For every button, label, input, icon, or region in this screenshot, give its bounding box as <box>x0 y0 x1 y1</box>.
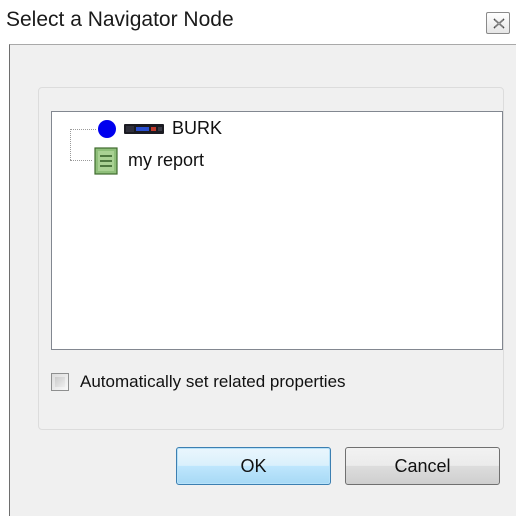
selection-panel: BURK my report Automatically set related… <box>38 87 504 430</box>
ok-button[interactable]: OK <box>176 447 331 485</box>
device-icon <box>124 124 164 134</box>
auto-set-properties-option[interactable]: Automatically set related properties <box>51 370 491 394</box>
auto-set-properties-label[interactable]: Automatically set related properties <box>80 372 346 392</box>
title-bar: Select a Navigator Node <box>0 0 516 44</box>
tree-connector <box>70 129 71 160</box>
dialog-title: Select a Navigator Node <box>6 8 234 31</box>
close-button[interactable] <box>486 12 510 34</box>
close-icon <box>493 18 505 29</box>
select-navigator-node-dialog: Select a Navigator Node BURK my report A… <box>0 0 516 516</box>
tree-connector <box>70 160 92 161</box>
status-dot-icon <box>98 120 116 138</box>
report-icon <box>94 147 118 175</box>
cancel-button[interactable]: Cancel <box>345 447 500 485</box>
tree-node-label: BURK <box>172 118 223 138</box>
dialog-body: BURK my report Automatically set related… <box>9 44 516 516</box>
tree-node-my-report[interactable]: my report <box>94 147 294 175</box>
tree-connector <box>70 129 96 130</box>
tree-node-burk[interactable]: BURK <box>98 117 298 141</box>
navigator-tree[interactable]: BURK my report <box>51 111 503 350</box>
auto-set-properties-checkbox[interactable] <box>51 373 69 391</box>
tree-node-label: my report <box>128 150 205 170</box>
